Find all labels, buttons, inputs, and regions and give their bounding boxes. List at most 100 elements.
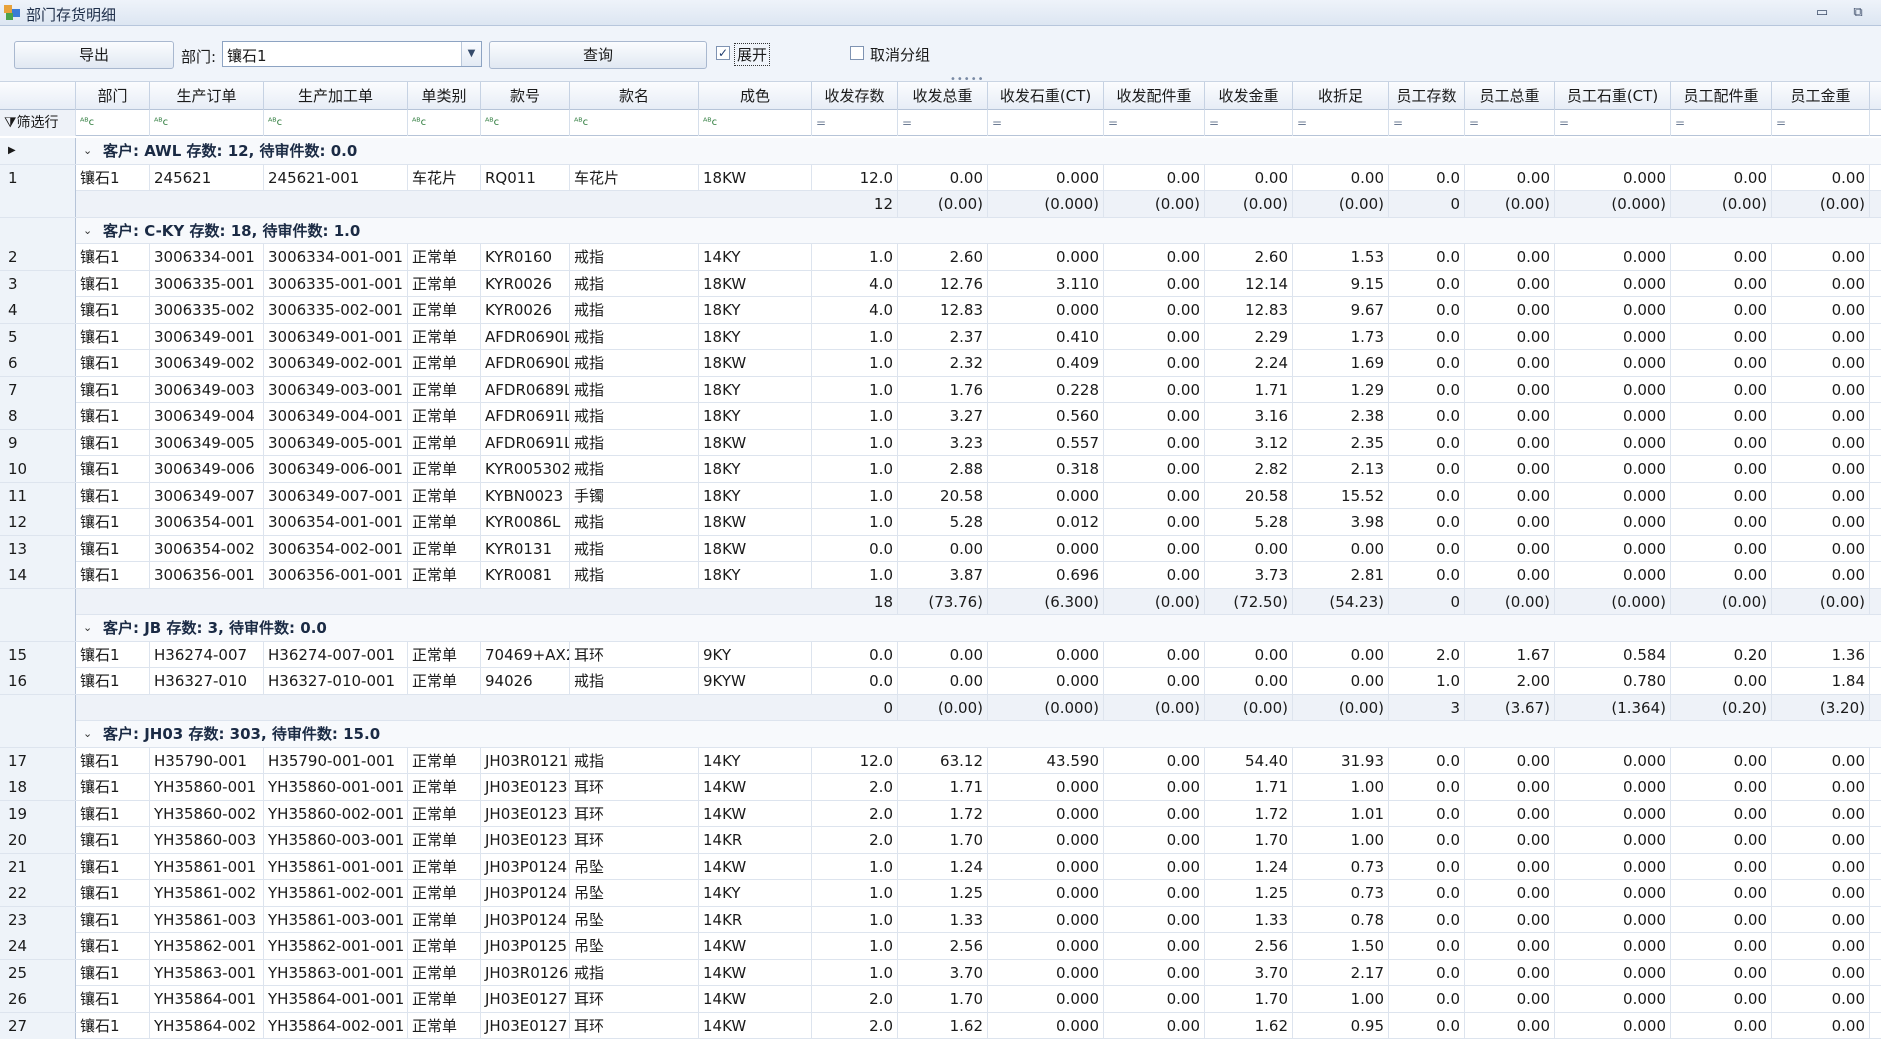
- table-cell[interactable]: 9KY: [699, 641, 812, 668]
- table-cell[interactable]: 3006349-006: [150, 456, 264, 482]
- table-cell[interactable]: 1.0: [812, 906, 898, 933]
- collapse-icon[interactable]: ⌄: [83, 218, 92, 244]
- table-cell[interactable]: 0.000: [1555, 774, 1671, 800]
- table-cell[interactable]: 14KR: [699, 906, 812, 933]
- table-cell[interactable]: 正常单: [408, 959, 481, 986]
- table-cell[interactable]: 0.0: [1389, 403, 1465, 429]
- table-cell[interactable]: 12.83: [898, 297, 988, 323]
- table-cell[interactable]: 0.00: [1772, 456, 1870, 482]
- table-cell[interactable]: AFDR0690L: [481, 350, 570, 376]
- table-cell[interactable]: YH35861-002-001: [264, 880, 408, 906]
- table-cell[interactable]: 0.00: [1671, 270, 1772, 297]
- table-cell[interactable]: 0.00: [1465, 429, 1555, 456]
- filter-equals-icon[interactable]: =: [898, 110, 988, 136]
- table-cell[interactable]: 0.000: [1555, 376, 1671, 403]
- table-cell[interactable]: 18KW: [699, 535, 812, 562]
- table-cell[interactable]: 0.00: [1465, 827, 1555, 853]
- table-cell[interactable]: JH03E0123: [481, 774, 570, 800]
- table-cell[interactable]: 0.696: [988, 562, 1104, 588]
- table-cell[interactable]: 0.0: [1389, 853, 1465, 880]
- table-cell[interactable]: 1.00: [1293, 986, 1389, 1012]
- table-row[interactable]: 16 镶石1 H36327-010 H36327-010-001 正常单 94026 戒指 9…: [0, 668, 1881, 695]
- table-cell[interactable]: 18KY: [699, 376, 812, 403]
- export-button[interactable]: 导出: [14, 41, 174, 69]
- table-cell[interactable]: 43.590: [988, 747, 1104, 774]
- table-cell[interactable]: 94026: [481, 668, 570, 694]
- table-cell[interactable]: 镶石1: [76, 641, 150, 668]
- table-cell[interactable]: AFDR0691L: [481, 429, 570, 456]
- table-cell[interactable]: 0.00: [1671, 164, 1772, 191]
- table-cell[interactable]: 0.00: [1465, 323, 1555, 350]
- table-cell[interactable]: 1.33: [1205, 906, 1293, 933]
- table-cell[interactable]: H36327-010-001: [264, 668, 408, 694]
- table-cell[interactable]: 镶石1: [76, 509, 150, 535]
- table-cell[interactable]: 2.56: [1205, 933, 1293, 959]
- table-cell[interactable]: JH03P0124: [481, 906, 570, 933]
- table-cell[interactable]: 镶石1: [76, 297, 150, 323]
- table-cell[interactable]: 正常单: [408, 535, 481, 562]
- table-cell[interactable]: 3006334-001-001: [264, 244, 408, 270]
- table-cell[interactable]: 1.0: [812, 509, 898, 535]
- table-cell[interactable]: 正常单: [408, 562, 481, 588]
- table-cell[interactable]: 0.0: [1389, 880, 1465, 906]
- row-header[interactable]: [0, 217, 76, 244]
- row-number[interactable]: 10: [0, 456, 76, 482]
- table-row[interactable]: 3 镶石1 3006335-001 3006335-001-001 正常单 KYR0026…: [0, 270, 1881, 297]
- filter-equals-icon[interactable]: =: [1389, 110, 1465, 136]
- table-cell[interactable]: 18KY: [699, 482, 812, 509]
- table-row[interactable]: 8 镶石1 3006349-004 3006349-004-001 正常单 AFDR069…: [0, 403, 1881, 430]
- table-cell[interactable]: 3006349-004: [150, 403, 264, 429]
- table-cell[interactable]: 正常单: [408, 1012, 481, 1039]
- table-cell[interactable]: 0.00: [1671, 535, 1772, 562]
- table-row[interactable]: 7 镶石1 3006349-003 3006349-003-001 正常单 AFDR068…: [0, 376, 1881, 403]
- table-cell[interactable]: 0.000: [1555, 350, 1671, 376]
- table-cell[interactable]: 1.24: [1205, 853, 1293, 880]
- table-cell[interactable]: 14KW: [699, 959, 812, 986]
- column-header[interactable]: 收发配件重: [1104, 82, 1205, 110]
- table-cell[interactable]: 3006349-003-001: [264, 376, 408, 403]
- column-header[interactable]: 员工配件重: [1671, 82, 1772, 110]
- table-cell[interactable]: 0.0: [1389, 986, 1465, 1012]
- table-cell[interactable]: 14KW: [699, 986, 812, 1012]
- table-cell[interactable]: 戒指: [570, 747, 699, 774]
- filter-equals-icon[interactable]: =: [1205, 110, 1293, 136]
- table-cell[interactable]: AFDR0689L: [481, 376, 570, 403]
- table-cell[interactable]: 0.0: [1389, 1012, 1465, 1039]
- table-cell[interactable]: 0.0: [812, 535, 898, 562]
- column-header[interactable]: 款号: [481, 82, 570, 110]
- table-cell[interactable]: 2.24: [1205, 350, 1293, 376]
- table-cell[interactable]: 0.000: [1555, 456, 1671, 482]
- table-cell[interactable]: JH03E0123: [481, 800, 570, 827]
- table-cell[interactable]: KYR0026: [481, 270, 570, 297]
- table-cell[interactable]: 0.00: [1772, 853, 1870, 880]
- table-cell[interactable]: 0.00: [1465, 164, 1555, 191]
- row-number[interactable]: 14: [0, 562, 76, 588]
- group-row[interactable]: ⌄ 客户: C-KY 存数: 18, 待审件数: 1.0: [0, 217, 1881, 244]
- table-cell[interactable]: 0.000: [1555, 853, 1671, 880]
- table-cell[interactable]: 戒指: [570, 509, 699, 535]
- table-cell[interactable]: 0.000: [988, 244, 1104, 270]
- table-cell[interactable]: 0.000: [1555, 429, 1671, 456]
- table-cell[interactable]: 戒指: [570, 562, 699, 588]
- table-cell[interactable]: 1.00: [1293, 774, 1389, 800]
- table-cell[interactable]: JH03P0124: [481, 880, 570, 906]
- table-cell[interactable]: 0.00: [1465, 562, 1555, 588]
- table-cell[interactable]: 0.584: [1555, 641, 1671, 668]
- row-number[interactable]: 23: [0, 906, 76, 933]
- table-cell[interactable]: 正常单: [408, 509, 481, 535]
- ungroup-checkbox[interactable]: [850, 46, 864, 60]
- row-number[interactable]: 11: [0, 482, 76, 509]
- table-cell[interactable]: 18KW: [699, 429, 812, 456]
- collapse-icon[interactable]: ⌄: [83, 138, 92, 164]
- table-row[interactable]: 1 镶石1 245621 245621-001 车花片 RQ011 车花片 18KW 12.0 0…: [0, 164, 1881, 191]
- table-cell[interactable]: 镶石1: [76, 482, 150, 509]
- table-cell[interactable]: 0.000: [988, 986, 1104, 1012]
- table-cell[interactable]: 0.00: [1671, 800, 1772, 827]
- restore-icon[interactable]: ⧉: [1848, 4, 1868, 22]
- column-header[interactable]: 收发石重(CT): [988, 82, 1104, 110]
- filter-equals-icon[interactable]: =: [1772, 110, 1870, 136]
- table-cell[interactable]: 9KYW: [699, 668, 812, 694]
- table-cell[interactable]: 耳环: [570, 641, 699, 668]
- table-cell[interactable]: 1.73: [1293, 323, 1389, 350]
- table-cell[interactable]: 0.00: [1465, 297, 1555, 323]
